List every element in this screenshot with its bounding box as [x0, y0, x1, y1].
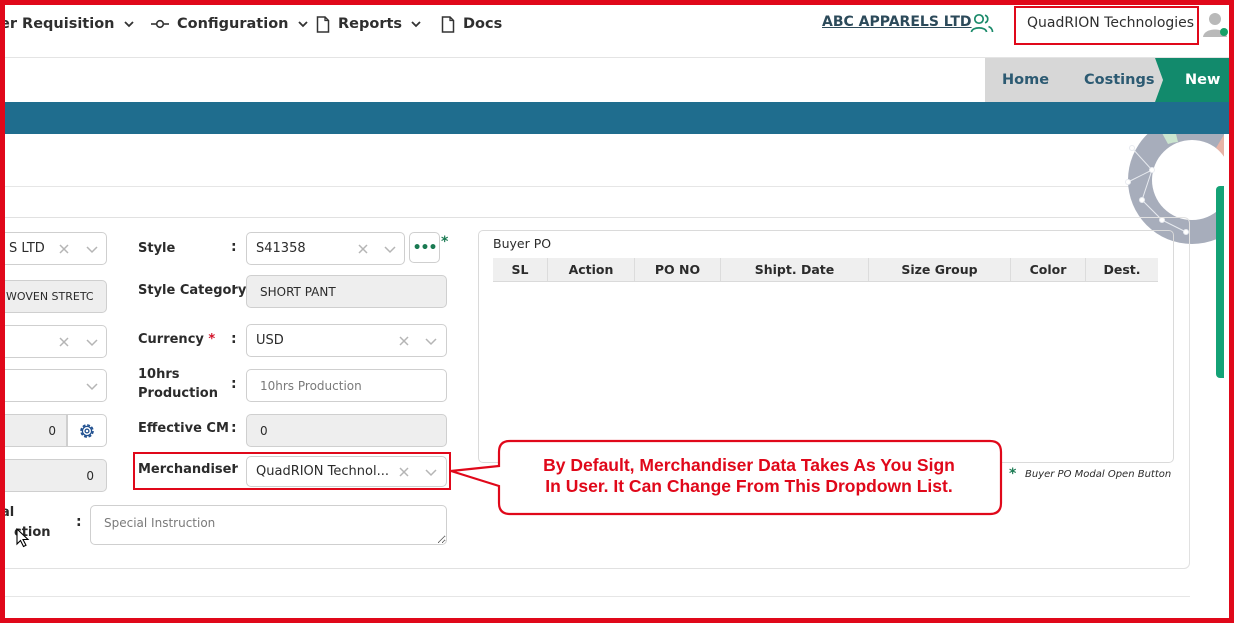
more-dots-icon: •••: [412, 239, 438, 256]
required-star: *: [208, 332, 216, 347]
panel-divider: [0, 186, 1224, 187]
column-header-po-no: PO NO: [635, 258, 721, 281]
effective-cm-label: Effective CM: [138, 421, 229, 436]
buyer-po-modal-button[interactable]: •••: [409, 232, 440, 263]
currency-select-value: USD: [256, 333, 284, 348]
nav-docs-link[interactable]: Docs: [441, 14, 502, 34]
breadcrumb-costings-label: Costings: [1084, 72, 1155, 88]
callout-text: By Default, Merchandiser Data Takes As Y…: [499, 455, 999, 497]
buyer-po-note: Buyer PO Modal Open Button: [1025, 469, 1172, 480]
chevron-down-icon: [123, 21, 134, 28]
left-select-4[interactable]: [0, 369, 107, 402]
label-colon: :: [231, 239, 237, 255]
effective-cm-value: 0: [260, 423, 268, 438]
style-category-value: SHORT PANT: [260, 284, 336, 299]
required-star: *: [1009, 466, 1017, 482]
left-select-3[interactable]: [0, 325, 107, 358]
style-select[interactable]: S41358: [246, 232, 405, 265]
numeric-field-1[interactable]: 0: [0, 414, 67, 447]
merchandiser-highlight-box: [133, 452, 451, 490]
production-input[interactable]: 10hrs Production: [246, 369, 447, 402]
breadcrumb-costings[interactable]: Costings: [1063, 58, 1163, 102]
mouse-cursor-icon: [16, 528, 30, 548]
company-name-link[interactable]: ABC APPARELS LTD: [822, 14, 972, 30]
numeric-field-1-value: 0: [48, 423, 56, 438]
column-header-action: Action: [548, 258, 635, 281]
currency-label-text: Currency: [138, 332, 204, 347]
fabric-category-value: WOVEN STRETC: [6, 290, 94, 303]
buyer-po-title: Buyer PO: [493, 236, 552, 251]
currency-select[interactable]: USD: [246, 324, 447, 357]
chevron-down-icon: [411, 21, 421, 28]
callout-line-1: By Default, Merchandiser Data Takes As Y…: [543, 455, 955, 475]
label-colon: :: [76, 514, 82, 530]
chevron-down-icon[interactable]: [425, 335, 437, 347]
fabric-category-field: WOVEN STRETC: [0, 280, 107, 313]
production-label-line2: Production: [138, 386, 218, 401]
chevron-down-icon[interactable]: [86, 336, 98, 348]
currency-label: Currency *: [138, 330, 215, 349]
nav-reports-menu[interactable]: Reports: [316, 14, 422, 34]
config-icon: [151, 19, 169, 29]
clear-icon[interactable]: [398, 335, 410, 347]
column-header-sl: SL: [493, 258, 548, 281]
nav-reports-label: Reports: [338, 16, 403, 32]
chevron-down-icon[interactable]: [86, 380, 98, 392]
production-placeholder: 10hrs Production: [260, 378, 362, 393]
style-category-field: SHORT PANT: [246, 275, 447, 308]
breadcrumb-home-label: Home: [1002, 72, 1050, 88]
breadcrumb-new-label: New: [1185, 72, 1221, 88]
numeric-field-2-value: 0: [86, 468, 94, 483]
label-colon: :: [231, 420, 237, 436]
special-instruction-textarea[interactable]: [90, 505, 447, 545]
clear-icon[interactable]: [58, 243, 70, 255]
label-colon: :: [231, 376, 237, 392]
nav-docs-label: Docs: [463, 16, 503, 32]
nav-configuration-menu[interactable]: Configuration: [151, 14, 309, 34]
document-icon: [441, 15, 455, 33]
column-header-dest: Dest.: [1103, 262, 1141, 277]
special-instruction-label-line1: al: [1, 505, 15, 520]
column-header-shipt-date: Shipt. Date: [721, 258, 869, 281]
clear-icon[interactable]: [58, 336, 70, 348]
numeric-field-2: 0: [0, 459, 107, 492]
nav-requisition-label: er Requisition: [0, 16, 115, 32]
bottom-divider: [0, 596, 1190, 597]
style-label: Style: [138, 241, 176, 256]
page-header-band: [0, 102, 1234, 134]
production-label-line1: 10hrs: [138, 367, 180, 382]
label-colon: :: [231, 281, 237, 297]
avatar[interactable]: [1203, 10, 1229, 38]
chevron-down-icon[interactable]: [86, 243, 98, 255]
buyer-po-table-header: SL Action PO NO Shipt. Date Size Group C…: [493, 258, 1158, 282]
column-header-color: Color: [1011, 258, 1086, 281]
breadcrumb-new: New: [1155, 58, 1234, 102]
gear-icon: [80, 423, 94, 438]
settings-button[interactable]: [67, 414, 107, 447]
chevron-down-icon: [297, 21, 308, 28]
document-icon: [316, 15, 330, 33]
nav-requisition-menu[interactable]: er Requisition: [0, 14, 135, 34]
users-icon[interactable]: [970, 12, 994, 34]
breadcrumb-home[interactable]: Home: [985, 58, 1075, 102]
column-header-size-group: Size Group: [869, 258, 1011, 281]
style-select-value: S41358: [256, 241, 306, 256]
side-panel-toggle[interactable]: [1216, 186, 1224, 378]
buyer-select-value: S LTD: [9, 241, 45, 256]
chevron-down-icon[interactable]: [384, 243, 396, 255]
effective-cm-field: 0: [246, 414, 447, 447]
user-highlight-box: [1014, 6, 1199, 45]
callout-line-2: In User. It Can Change From This Dropdow…: [545, 476, 953, 496]
buyer-select[interactable]: S LTD: [0, 232, 107, 265]
clear-icon[interactable]: [357, 243, 369, 255]
required-star: *: [441, 234, 449, 250]
nav-configuration-label: Configuration: [177, 16, 289, 32]
label-colon: :: [231, 331, 237, 347]
